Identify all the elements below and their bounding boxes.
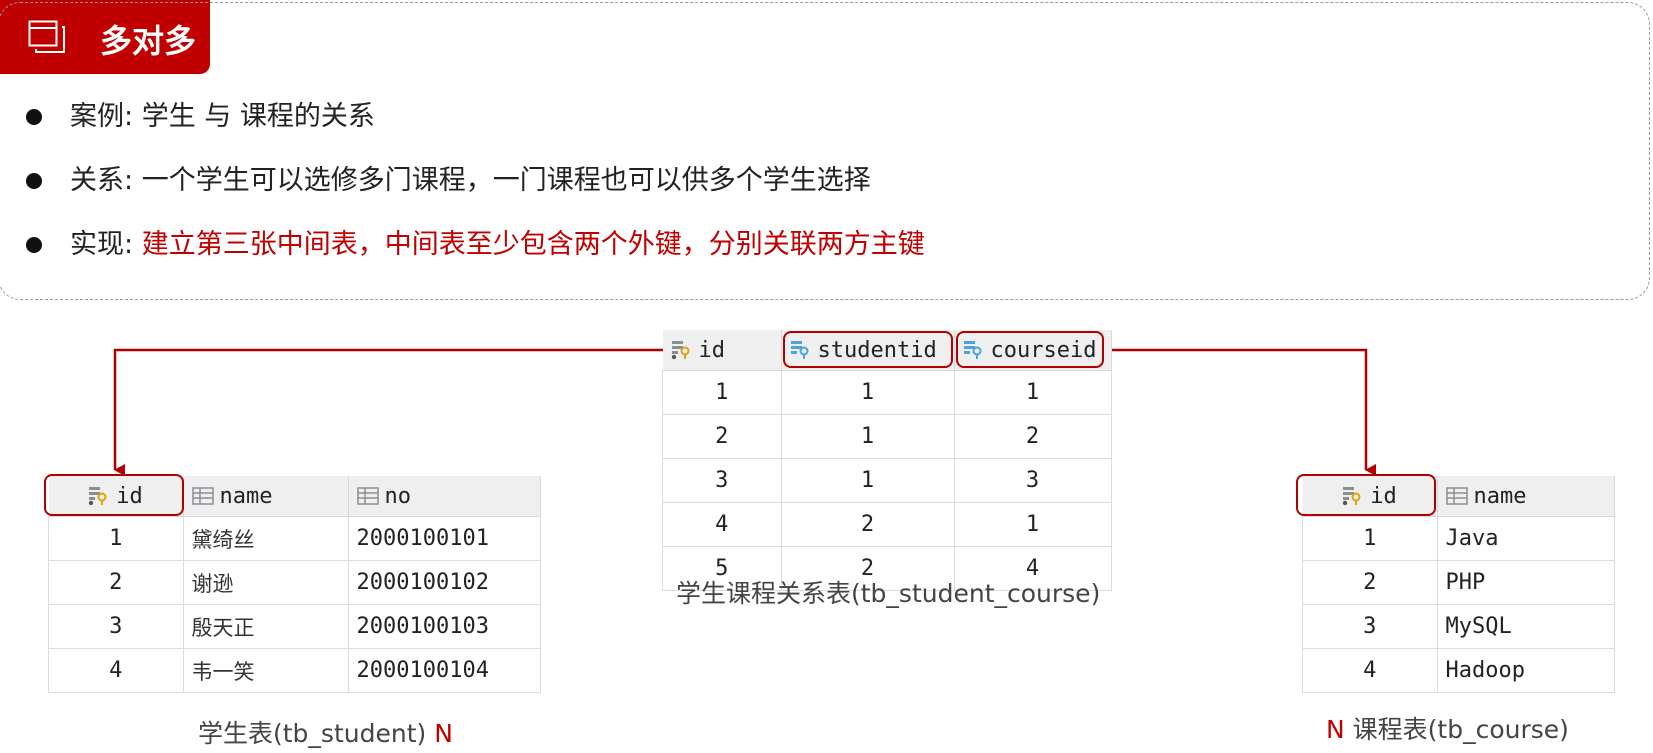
table-cell: 3 [48,604,184,649]
table-cell: 1 [780,458,955,503]
table-cell: 韦一笑 [182,648,349,693]
courseid-highlight [956,331,1104,368]
table-cell: 1 [780,414,955,459]
table-cell: 4 [1302,648,1438,693]
table-cell: 谢逊 [182,560,349,605]
column-icon [356,486,379,505]
course-table-caption: N 课程表(tb_course) [1326,710,1569,746]
table-row: 3 MySQL [1302,604,1615,649]
cardinality-label: N [1326,715,1345,744]
student-id-highlight [44,474,184,516]
column-header-label: no [384,483,412,509]
table-cell: 3 [1302,604,1438,649]
table-cell: 2 [1302,560,1438,605]
column-header-label: name [219,483,273,509]
table-cell: Java [1436,516,1615,561]
table-cell: 1 [48,516,184,561]
table-cell: 黛绮丝 [182,516,349,561]
table-cell: Hadoop [1436,648,1615,693]
table-cell: 3 [953,458,1112,503]
course-id-highlight [1296,474,1436,516]
table-row: 1 Java [1302,516,1615,561]
column-icon [191,486,214,505]
table-cell: 2000100104 [347,648,541,693]
table-row: 2 PHP [1302,560,1615,605]
student-table-caption: 学生表(tb_student) N [198,714,453,750]
table-row: 313 [662,458,1112,503]
table-row: 4 韦一笑 2000100104 [48,648,541,693]
column-header: no [348,476,541,517]
table-cell: 1 [953,502,1112,547]
table-cell: 2000100102 [347,560,541,605]
column-header: name [1437,476,1615,517]
table-cell: 1 [1302,516,1438,561]
caption-text: 学生表(tb_student) [198,719,427,748]
table-cell: 1 [953,370,1112,415]
table-cell: 2000100101 [347,516,541,561]
table-cell: MySQL [1436,604,1615,649]
table-cell: PHP [1436,560,1615,605]
column-header-label: id [698,337,726,363]
table-cell: 4 [48,648,184,693]
table-row: 2 谢逊 2000100102 [48,560,541,605]
relation-table-caption: 学生课程关系表(tb_student_course) [676,579,1101,608]
primary-key-column-icon [671,340,689,359]
caption-text: 课程表(tb_course) [1352,715,1569,744]
table-cell: 1 [780,370,955,415]
studentid-highlight [783,331,953,368]
arrow-courseid-to-course-id [1104,348,1376,476]
table-row: 111 [662,370,1112,415]
table-cell: 3 [662,458,782,503]
table-row: 4 Hadoop [1302,648,1615,693]
table-row: 1 黛绮丝 2000100101 [48,516,541,561]
column-header: name [183,476,349,517]
table-cell: 1 [662,370,782,415]
table-cell: 4 [662,502,782,547]
column-header-label: name [1473,483,1527,509]
table-cell: 2000100103 [347,604,541,649]
column-header: id [662,330,782,371]
column-icon [1445,486,1468,505]
table-cell: 殷天正 [182,604,349,649]
relation-table: id studentid courseid 111 212 313 421 52… [662,330,1112,591]
table-cell: 2 [662,414,782,459]
table-row: 421 [662,502,1112,547]
cardinality-label: N [434,719,453,748]
table-row: 212 [662,414,1112,459]
table-row: 3 殷天正 2000100103 [48,604,541,649]
table-cell: 2 [48,560,184,605]
table-cell: 2 [953,414,1112,459]
table-cell: 2 [780,502,955,547]
